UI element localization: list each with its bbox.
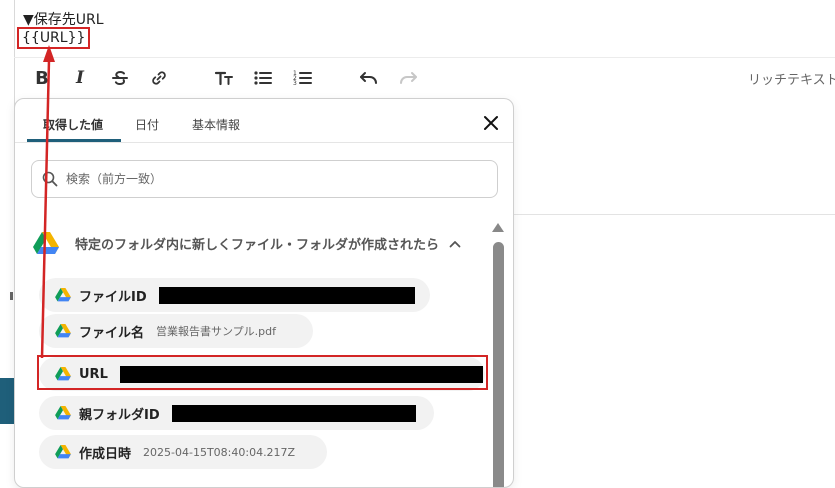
variable-picker-popover: 取得した値 日付 基本情報 特定のフォルダ内に新しくファイル・フォルダが作成され… [14,98,514,488]
url-variable-token[interactable]: {{URL}} [17,27,91,49]
italic-icon[interactable]: I [68,66,92,90]
link-icon[interactable] [147,66,171,90]
trigger-section-header[interactable]: 特定のフォルダ内に新しくファイル・フォルダが作成されたら [33,232,461,255]
strikethrough-icon[interactable] [108,66,132,90]
tab-basic-info[interactable]: 基本情報 [192,116,240,133]
field-value: 2025-04-15T08:40:04.217Z [143,445,296,459]
bullet-list-icon[interactable] [251,66,275,90]
tabs-divider [15,142,513,143]
google-drive-icon [55,324,71,338]
triangle-up-icon [492,222,504,232]
editor-heading: ▼保存先URL [23,12,104,28]
field-label: ファイルID [79,289,147,305]
google-drive-icon [33,232,59,254]
section-title: 特定のフォルダ内に新しくファイル・フォルダが作成されたら [75,238,440,253]
redacted-value [158,286,415,304]
google-drive-icon [55,445,71,459]
numbered-list-icon[interactable]: 123 [291,66,315,90]
bold-icon[interactable]: B [30,66,54,90]
google-drive-icon [55,406,71,420]
search-icon [42,171,58,187]
tab-retrieved-values[interactable]: 取得した値 [43,116,103,133]
close-button[interactable] [479,111,503,135]
scrollbar-thumb[interactable] [493,242,504,487]
url-field-highlight [37,355,488,390]
field-value: 営業報告書サンプル.pdf [156,325,277,338]
redo-icon[interactable] [396,66,420,90]
search-input[interactable] [64,171,468,187]
field-chip-created-at[interactable]: 作成日時 2025-04-15T08:40:04.217Z [39,435,327,469]
field-label: 親フォルダID [79,407,160,423]
scroll-up-arrow[interactable] [491,221,505,233]
undo-icon[interactable] [357,66,381,90]
rich-text-label: リッチテキスト [748,73,835,88]
google-drive-icon [55,288,71,302]
chevron-up-icon[interactable] [449,240,461,248]
svg-text:3: 3 [293,80,297,87]
redacted-value [171,404,416,422]
field-label: 作成日時 [79,446,132,462]
field-chip-file-id[interactable]: ファイルID [39,278,430,312]
field-chip-parent-folder-id[interactable]: 親フォルダID [39,396,434,430]
tab-date[interactable]: 日付 [135,116,159,133]
background-side-tab [0,378,14,424]
close-icon [484,116,498,130]
field-chip-file-name[interactable]: ファイル名 営業報告書サンプル.pdf [39,314,313,348]
field-label: ファイル名 [79,325,145,341]
search-box[interactable] [31,160,498,198]
toolbar-divider [14,57,835,58]
text-size-icon[interactable] [212,66,236,90]
background-marker [10,292,13,300]
